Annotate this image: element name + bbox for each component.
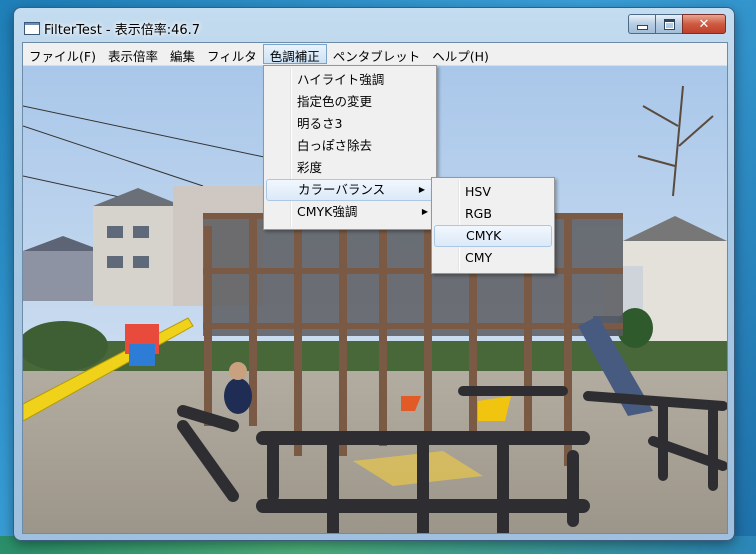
menuitem-cmy[interactable]: CMY: [432, 247, 554, 269]
menuitem-color-balance-label: カラーバランス: [298, 182, 386, 197]
menuitem-cmyk-emphasis[interactable]: CMYK強調 ▶: [264, 201, 436, 223]
maximize-icon: [663, 18, 675, 30]
submenu-arrow-icon: ▶: [418, 185, 425, 194]
menu-pen-tablet[interactable]: ペンタブレット: [327, 43, 427, 65]
minimize-icon: [636, 24, 648, 30]
close-button[interactable]: ✕: [682, 14, 726, 34]
menu-filter[interactable]: フィルタ: [201, 43, 263, 65]
caption-buttons: ✕: [628, 14, 726, 34]
app-window-icon: [24, 22, 40, 35]
menuitem-highlight-emphasis[interactable]: ハイライト強調: [264, 69, 436, 91]
title-bar[interactable]: FilterTest - 表示倍率:46.7 ✕: [14, 8, 734, 42]
submenu-arrow-icon: ▶: [421, 207, 428, 216]
minimize-button[interactable]: [628, 14, 655, 34]
menu-help[interactable]: ヘルプ(H): [426, 43, 495, 65]
maximize-button[interactable]: [655, 14, 682, 34]
color-balance-submenu: HSV RGB CMYK CMY: [431, 177, 555, 274]
menu-color-correction[interactable]: 色調補正: [262, 44, 327, 64]
menuitem-cmyk[interactable]: CMYK: [434, 225, 552, 247]
menuitem-hsv[interactable]: HSV: [432, 181, 554, 203]
color-correction-menu: ハイライト強調 指定色の変更 明るさ3 白っぽさ除去 彩度 カラーバランス ▶ …: [263, 65, 437, 230]
app-window: FilterTest - 表示倍率:46.7 ✕ ファイル(F) 表示倍率 編集…: [14, 8, 734, 540]
menu-edit[interactable]: 編集: [164, 43, 201, 65]
menu-zoom[interactable]: 表示倍率: [102, 43, 164, 65]
menuitem-rgb[interactable]: RGB: [432, 203, 554, 225]
window-title: FilterTest - 表示倍率:46.7: [44, 23, 201, 38]
menuitem-change-color[interactable]: 指定色の変更: [264, 91, 436, 113]
menuitem-remove-whiteness[interactable]: 白っぽさ除去: [264, 135, 436, 157]
menuitem-color-balance[interactable]: カラーバランス ▶: [266, 179, 434, 201]
menuitem-cmyk-emphasis-label: CMYK強調: [297, 204, 358, 219]
client-area: ファイル(F) 表示倍率 編集 フィルタ 色調補正 ペンタブレット ヘルプ(H): [22, 42, 728, 534]
close-icon: ✕: [698, 16, 710, 32]
menu-file[interactable]: ファイル(F): [23, 43, 102, 65]
menu-bar: ファイル(F) 表示倍率 編集 フィルタ 色調補正 ペンタブレット ヘルプ(H): [23, 43, 727, 66]
menuitem-saturation[interactable]: 彩度: [264, 157, 436, 179]
menuitem-brightness3[interactable]: 明るさ3: [264, 113, 436, 135]
